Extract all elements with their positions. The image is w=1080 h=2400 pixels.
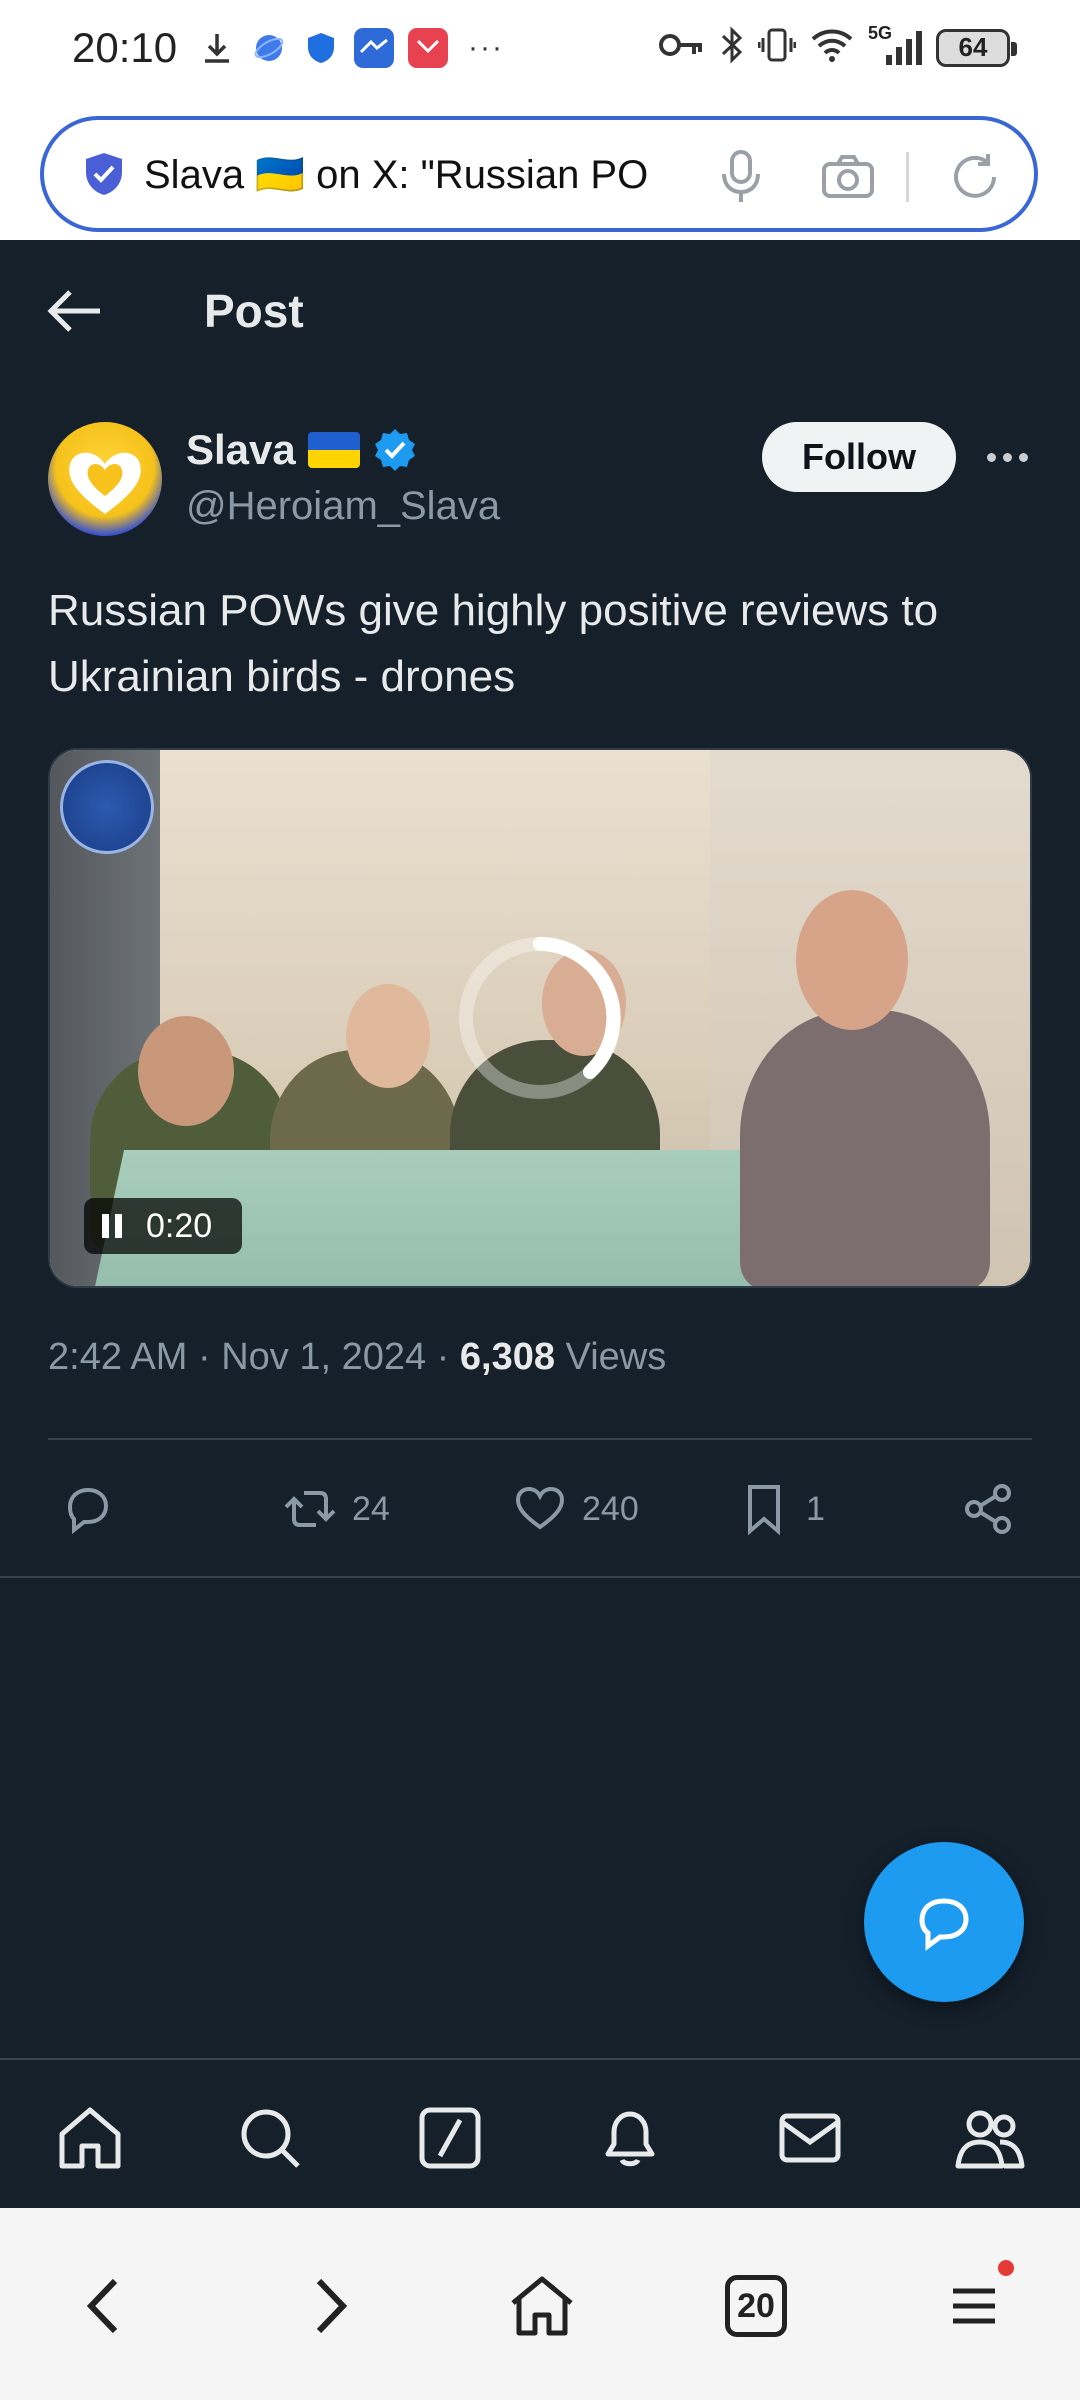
browser-forward-button[interactable] — [288, 2266, 368, 2346]
like-count: 240 — [582, 1489, 639, 1528]
compose-reply-icon — [919, 1898, 969, 1951]
browser-home-button[interactable] — [502, 2266, 582, 2346]
browser-menu-button[interactable] — [934, 2260, 1014, 2346]
nav-notifications[interactable] — [592, 2100, 668, 2176]
post-meta: 2:42 AM · Nov 1, 2024 · 6,308 Views — [48, 1336, 666, 1379]
video-person-head — [346, 984, 430, 1088]
chevron-left-icon — [86, 2278, 118, 2334]
share-icon — [965, 1484, 1011, 1534]
battery-indicator: 64 — [936, 28, 1017, 67]
video-person — [740, 1010, 990, 1286]
nav-search[interactable] — [232, 2100, 308, 2176]
video-person-head — [138, 1016, 234, 1126]
messages-icon — [779, 2113, 841, 2163]
browser-back-button[interactable] — [66, 2266, 146, 2346]
status-notification-icons: ··· — [198, 28, 504, 68]
download-icon — [198, 29, 236, 67]
verified-icon — [374, 429, 415, 471]
avatar[interactable] — [48, 422, 162, 536]
toolbar-divider — [906, 152, 909, 202]
tab-count: 20 — [725, 2275, 787, 2337]
repost-icon — [284, 1491, 336, 1527]
share-button[interactable] — [960, 1470, 1016, 1548]
voice-search-icon[interactable] — [716, 148, 766, 204]
menu-icon — [953, 2288, 995, 2324]
reload-icon[interactable] — [948, 150, 1002, 204]
more-icon[interactable] — [980, 432, 1034, 482]
status-bar: 20:10 ··· 5G 64 — [0, 0, 1080, 104]
action-bar: 24 240 1 — [0, 1470, 1080, 1548]
security-shield-icon — [86, 153, 122, 195]
status-system-icons: 5G 64 — [658, 23, 1017, 69]
channel-logo-icon — [60, 760, 154, 854]
video-player[interactable]: 0:20 — [48, 748, 1032, 1288]
views-count: 6,308 — [459, 1336, 555, 1378]
home-outline-icon — [511, 2276, 573, 2336]
bookmark-count: 1 — [806, 1489, 825, 1528]
notifications-icon — [605, 2111, 655, 2167]
compose-reply-button[interactable] — [864, 1842, 1024, 2002]
divider — [0, 1576, 1080, 1578]
app-icon — [354, 28, 394, 68]
browser-tabs-button[interactable]: 20 — [716, 2266, 796, 2346]
chevron-right-icon — [316, 2278, 348, 2334]
nav-messages[interactable] — [772, 2100, 848, 2176]
bluetooth-icon — [720, 26, 744, 69]
search-icon — [241, 2109, 300, 2168]
video-person-head — [796, 890, 908, 1030]
bookmark-icon — [748, 1485, 780, 1536]
x-bottom-nav — [0, 2058, 1080, 2208]
grok-icon — [419, 2107, 481, 2169]
nav-grok[interactable] — [412, 2100, 488, 2176]
battery-level: 64 — [958, 32, 988, 62]
status-more-icon: ··· — [468, 31, 504, 64]
camera-search-icon[interactable] — [820, 152, 876, 200]
divider — [48, 1438, 1032, 1440]
back-arrow-icon[interactable] — [44, 286, 104, 336]
author-name[interactable]: Slava — [186, 426, 296, 474]
key-icon — [658, 30, 706, 65]
video-time: 0:20 — [146, 1206, 213, 1245]
huawei-app-icon — [408, 28, 448, 68]
reply-button[interactable] — [60, 1470, 116, 1548]
follow-button[interactable]: Follow — [762, 422, 956, 492]
browser-bottom-nav: 20 — [0, 2208, 1080, 2400]
address-bar[interactable]: Slava 🇺🇦 on X: "Russian PO — [40, 116, 1038, 232]
views-label: Views — [554, 1336, 667, 1378]
reply-icon — [67, 1487, 109, 1535]
notification-dot — [998, 2260, 1014, 2276]
communities-icon — [955, 2110, 1025, 2169]
bookmark-button[interactable]: 1 — [736, 1470, 825, 1548]
signal-icon: 5G — [868, 23, 922, 67]
loading-spinner-icon — [459, 937, 621, 1099]
browser-app-icon — [250, 29, 288, 67]
tweet-text: Russian POWs give highly positive review… — [48, 586, 939, 701]
status-time: 20:10 — [72, 24, 178, 71]
like-icon — [515, 1486, 565, 1530]
pause-icon[interactable] — [102, 1214, 122, 1238]
nav-communities[interactable] — [952, 2100, 1028, 2176]
page-title: Post — [204, 285, 304, 337]
home-icon — [59, 2107, 121, 2169]
heart-logo-icon — [69, 452, 141, 514]
repost-button[interactable]: 24 — [282, 1470, 390, 1548]
ukraine-flag-icon — [307, 432, 360, 468]
post-timestamp[interactable]: 2:42 AM · Nov 1, 2024 · — [48, 1336, 460, 1378]
wifi-icon — [810, 27, 854, 68]
address-text[interactable]: Slava 🇺🇦 on X: "Russian PO — [144, 151, 684, 198]
repost-count: 24 — [352, 1489, 390, 1528]
nav-home[interactable] — [52, 2100, 128, 2176]
video-time-pill[interactable]: 0:20 — [84, 1198, 242, 1254]
like-button[interactable]: 240 — [512, 1470, 639, 1548]
author-name-row[interactable]: Slava — [186, 426, 418, 474]
author-handle[interactable]: @Heroiam_Slava — [186, 484, 500, 529]
browser-toolbar: Slava 🇺🇦 on X: "Russian PO — [0, 104, 1080, 240]
post-header: Post — [0, 240, 1080, 380]
vibrate-icon — [757, 26, 797, 69]
shield-app-icon — [302, 29, 340, 67]
